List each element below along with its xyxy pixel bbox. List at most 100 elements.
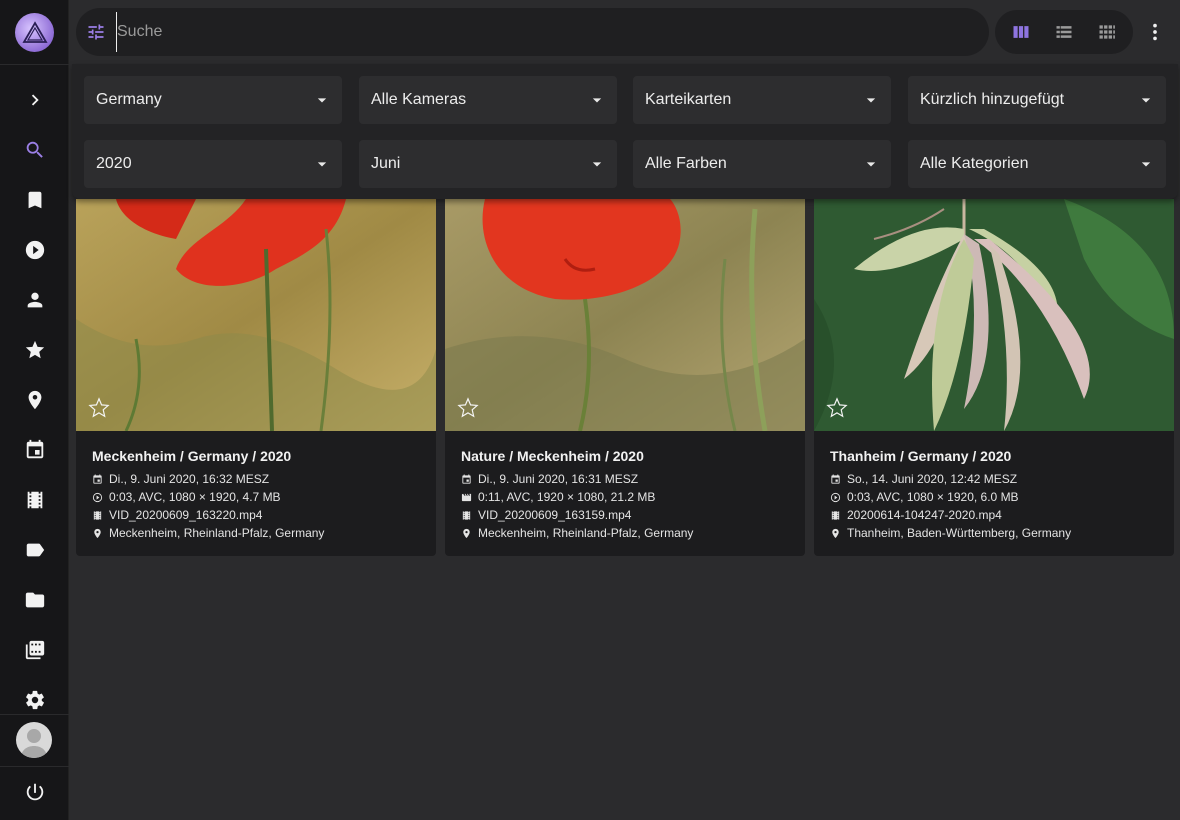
media-card[interactable]: Meckenheim / Germany / 2020 Di., 9. Juni… [76, 199, 436, 556]
nav-labels[interactable] [0, 528, 69, 572]
favorite-button[interactable] [88, 397, 110, 419]
nav-albums[interactable] [0, 178, 69, 222]
view-mosaic-button[interactable] [1087, 12, 1127, 52]
card-location[interactable]: Meckenheim, Rheinland-Pfalz, Germany [92, 526, 324, 540]
nav-people[interactable] [0, 278, 69, 322]
nav-moments[interactable] [0, 478, 69, 522]
search-icon [26, 141, 43, 158]
sidebar-divider [0, 64, 69, 65]
expand-sidebar-button[interactable] [0, 78, 69, 122]
filter-panel: Germany Alle Kameras Karteikarten Kürzli… [72, 64, 1178, 199]
favorite-button[interactable] [457, 397, 479, 419]
location-pin-icon [832, 528, 839, 538]
calendar-icon [26, 439, 43, 459]
media-card[interactable]: Thanheim / Germany / 2020 So., 14. Juni … [814, 199, 1174, 556]
nav-places[interactable] [0, 378, 69, 422]
select-value: Kürzlich hinzugefügt [920, 91, 1065, 108]
poppy-photo [445, 199, 805, 431]
thumbnail[interactable] [76, 199, 436, 431]
caret-down-icon [1141, 162, 1151, 167]
nav-folders[interactable] [0, 578, 69, 622]
card-video-info: 0:03, AVC, 1080 × 1920, 6.0 MB [830, 490, 1019, 504]
bookmark-icon [28, 191, 41, 209]
card-file: 20200614-104247-2020.mp4 [830, 508, 1002, 522]
media-card[interactable]: Nature / Meckenheim / 2020 Di., 9. Juni … [445, 199, 805, 556]
film-icon [831, 510, 840, 520]
star-outline-icon [88, 397, 110, 418]
card-date: So., 14. Juni 2020, 12:42 MESZ [830, 472, 1017, 486]
card-location[interactable]: Thanheim, Baden-Württemberg, Germany [830, 526, 1071, 540]
select-value: 2020 [96, 155, 132, 172]
calendar-icon [93, 473, 102, 484]
video-info-text: 0:03, AVC, 1080 × 1920, 4.7 MB [109, 490, 281, 504]
view-list-button[interactable] [1044, 12, 1084, 52]
gear-icon [25, 690, 44, 710]
tune-icon [88, 24, 104, 40]
year-select[interactable]: 2020 [84, 140, 342, 188]
nav-videos[interactable] [0, 228, 69, 272]
search-bar [76, 8, 989, 56]
color-select[interactable]: Alle Farben [633, 140, 891, 188]
nav-search[interactable] [0, 128, 69, 172]
play-circle-icon [25, 240, 44, 260]
film-icon [462, 510, 471, 520]
camera-select[interactable]: Alle Kameras [359, 76, 617, 124]
thumbnail[interactable] [814, 199, 1174, 431]
location-text: Meckenheim, Rheinland-Pfalz, Germany [478, 526, 694, 540]
app-logo[interactable] [15, 13, 54, 52]
folder-icon [25, 592, 44, 608]
label-icon [26, 543, 44, 557]
location-pin-icon [28, 390, 41, 410]
location-pin-icon [463, 528, 470, 538]
select-value: Karteikarten [645, 91, 732, 108]
library-icon [25, 640, 44, 660]
country-select[interactable]: Germany [84, 76, 342, 124]
maple-seeds-photo [814, 199, 1174, 431]
star-outline-icon [457, 397, 479, 418]
card-date: Di., 9. Juni 2020, 16:31 MESZ [461, 472, 638, 486]
chevron-right-icon [31, 94, 39, 106]
sidebar-divider [0, 714, 69, 715]
sort-select[interactable]: Kürzlich hinzugefügt [908, 76, 1166, 124]
logout-button[interactable] [0, 770, 69, 814]
category-select[interactable]: Alle Kategorien [908, 140, 1166, 188]
view-column-icon [1013, 26, 1029, 38]
select-value: Alle Kameras [371, 91, 467, 108]
card-location[interactable]: Meckenheim, Rheinland-Pfalz, Germany [461, 526, 693, 540]
file-name-text: VID_20200609_163220.mp4 [109, 508, 263, 522]
video-info-text: 0:11, AVC, 1920 × 1080, 21.2 MB [478, 490, 656, 504]
film-icon [93, 510, 102, 520]
filter-toggle-button[interactable] [76, 8, 116, 56]
month-select[interactable]: Juni [359, 140, 617, 188]
nav-library[interactable] [0, 628, 69, 672]
select-value: Germany [96, 91, 162, 108]
caret-down-icon [317, 162, 327, 167]
favorite-button[interactable] [826, 397, 848, 419]
select-value: Alle Kategorien [920, 155, 1029, 172]
caret-down-icon [866, 162, 876, 167]
card-title[interactable]: Nature / Meckenheim / 2020 [461, 448, 644, 464]
card-title[interactable]: Meckenheim / Germany / 2020 [92, 448, 291, 464]
search-input[interactable] [116, 12, 936, 52]
card-file: VID_20200609_163220.mp4 [92, 508, 262, 522]
star-icon [25, 340, 44, 359]
avatar[interactable] [16, 722, 52, 758]
sidebar [0, 0, 69, 820]
card-video-info: 0:03, AVC, 1080 × 1920, 4.7 MB [92, 490, 281, 504]
view-select[interactable]: Karteikarten [633, 76, 891, 124]
file-name-text: 20200614-104247-2020.mp4 [847, 508, 1002, 522]
date-text: Di., 9. Juni 2020, 16:32 MESZ [109, 472, 270, 486]
more-options-button[interactable] [1140, 12, 1170, 52]
nav-favorites[interactable] [0, 328, 69, 372]
calendar-icon [831, 473, 840, 484]
location-text: Thanheim, Baden-Württemberg, Germany [847, 526, 1072, 540]
caret-down-icon [866, 98, 876, 103]
nav-calendar[interactable] [0, 428, 69, 472]
thumbnail[interactable] [445, 199, 805, 431]
nav-settings[interactable] [0, 678, 69, 722]
select-value: Alle Farben [645, 155, 727, 172]
poppy-photo [76, 199, 436, 431]
star-outline-icon [826, 397, 848, 418]
view-cards-button[interactable] [1001, 12, 1041, 52]
card-title[interactable]: Thanheim / Germany / 2020 [830, 448, 1011, 464]
